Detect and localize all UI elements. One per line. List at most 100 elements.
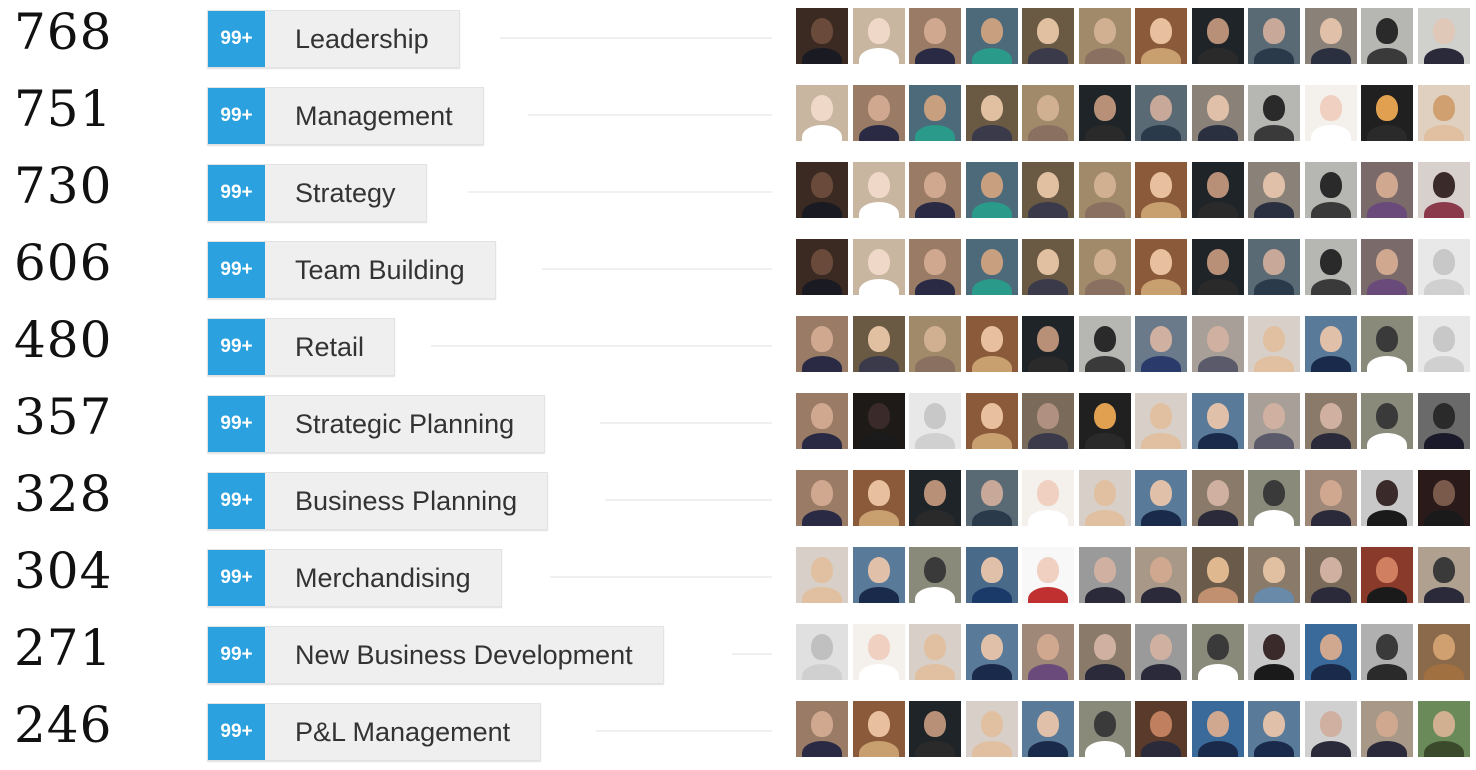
endorser-avatar[interactable] xyxy=(1078,624,1131,680)
endorser-avatar[interactable] xyxy=(909,701,961,757)
endorser-avatar[interactable] xyxy=(1361,624,1413,680)
endorser-avatar[interactable] xyxy=(1191,701,1244,757)
endorser-avatar[interactable] xyxy=(1022,547,1074,603)
endorser-avatar[interactable] xyxy=(1248,470,1300,526)
endorser-avatar[interactable] xyxy=(1135,624,1187,680)
endorsement-badge[interactable]: 99+ xyxy=(208,11,265,67)
endorser-avatar[interactable] xyxy=(796,8,848,64)
endorser-avatar[interactable] xyxy=(796,624,848,680)
endorser-avatar[interactable] xyxy=(1304,8,1357,64)
endorsement-badge[interactable]: 99+ xyxy=(208,88,265,144)
endorsement-badge[interactable]: 99+ xyxy=(208,704,265,760)
endorser-avatar[interactable] xyxy=(1361,393,1413,449)
endorsement-badge[interactable]: 99+ xyxy=(208,396,265,452)
endorser-avatar[interactable] xyxy=(1417,162,1470,218)
endorser-avatar[interactable] xyxy=(1248,8,1300,64)
skill-pill[interactable]: 99+ New Business Development xyxy=(207,626,664,684)
endorser-avatar[interactable] xyxy=(965,8,1018,64)
endorser-avatar[interactable] xyxy=(1361,162,1413,218)
endorser-avatar[interactable] xyxy=(1022,470,1074,526)
endorser-avatar[interactable] xyxy=(1191,162,1244,218)
endorser-avatar[interactable] xyxy=(1304,316,1357,372)
endorsement-badge[interactable]: 99+ xyxy=(208,473,265,529)
endorser-avatar[interactable] xyxy=(852,162,905,218)
endorser-avatar[interactable] xyxy=(1248,239,1300,295)
endorser-avatar[interactable] xyxy=(1361,85,1413,141)
endorser-avatar[interactable] xyxy=(1248,393,1300,449)
skill-name[interactable]: Business Planning xyxy=(265,473,548,529)
endorser-avatar[interactable] xyxy=(1078,547,1131,603)
endorser-avatar[interactable] xyxy=(1135,162,1187,218)
skill-name[interactable]: Management xyxy=(265,88,483,144)
endorser-avatar[interactable] xyxy=(1304,470,1357,526)
skill-name[interactable]: P&L Management xyxy=(265,704,541,760)
endorser-avatar[interactable] xyxy=(1135,470,1187,526)
endorser-avatar[interactable] xyxy=(1304,85,1357,141)
endorser-avatar[interactable] xyxy=(1248,547,1300,603)
endorser-avatar[interactable] xyxy=(1361,239,1413,295)
endorser-avatar[interactable] xyxy=(1022,162,1074,218)
endorser-avatar[interactable] xyxy=(1022,316,1074,372)
endorser-avatar[interactable] xyxy=(909,85,961,141)
endorser-avatar[interactable] xyxy=(852,8,905,64)
endorser-avatar[interactable] xyxy=(1417,547,1470,603)
endorser-avatar[interactable] xyxy=(1361,316,1413,372)
endorser-avatar[interactable] xyxy=(1135,8,1187,64)
endorser-avatar[interactable] xyxy=(1417,470,1470,526)
skill-pill[interactable]: 99+ P&L Management xyxy=(207,703,542,761)
endorser-avatar[interactable] xyxy=(1304,239,1357,295)
endorser-avatar[interactable] xyxy=(796,470,848,526)
endorser-avatar[interactable] xyxy=(1304,393,1357,449)
endorser-avatar[interactable] xyxy=(1135,701,1187,757)
endorser-avatar[interactable] xyxy=(1191,8,1244,64)
endorser-avatar[interactable] xyxy=(852,316,905,372)
endorser-avatar[interactable] xyxy=(1022,393,1074,449)
endorser-avatar[interactable] xyxy=(1361,470,1413,526)
endorser-avatar[interactable] xyxy=(1078,239,1131,295)
endorser-avatar[interactable] xyxy=(1191,239,1244,295)
endorser-avatar[interactable] xyxy=(965,393,1018,449)
endorser-avatar[interactable] xyxy=(965,470,1018,526)
skill-name[interactable]: New Business Development xyxy=(265,627,663,683)
endorser-avatar[interactable] xyxy=(1417,316,1470,372)
endorser-avatar[interactable] xyxy=(1417,701,1470,757)
endorser-avatar[interactable] xyxy=(852,470,905,526)
skill-pill[interactable]: 99+ Merchandising xyxy=(207,549,502,607)
endorser-avatar[interactable] xyxy=(852,85,905,141)
endorser-avatar[interactable] xyxy=(796,239,848,295)
endorser-avatar[interactable] xyxy=(909,547,961,603)
endorser-avatar[interactable] xyxy=(1078,393,1131,449)
endorser-avatar[interactable] xyxy=(1022,8,1074,64)
endorser-avatar[interactable] xyxy=(1361,8,1413,64)
endorser-avatar[interactable] xyxy=(852,393,905,449)
endorsement-badge[interactable]: 99+ xyxy=(208,242,265,298)
endorser-avatar[interactable] xyxy=(965,85,1018,141)
endorser-avatar[interactable] xyxy=(965,239,1018,295)
endorser-avatar[interactable] xyxy=(1248,85,1300,141)
endorser-avatar[interactable] xyxy=(965,162,1018,218)
endorser-avatar[interactable] xyxy=(1078,162,1131,218)
endorser-avatar[interactable] xyxy=(1191,393,1244,449)
endorser-avatar[interactable] xyxy=(796,162,848,218)
endorser-avatar[interactable] xyxy=(1191,316,1244,372)
endorser-avatar[interactable] xyxy=(909,393,961,449)
endorser-avatar[interactable] xyxy=(852,239,905,295)
endorser-avatar[interactable] xyxy=(1078,470,1131,526)
endorser-avatar[interactable] xyxy=(1417,624,1470,680)
endorser-avatar[interactable] xyxy=(1248,701,1300,757)
endorser-avatar[interactable] xyxy=(1191,624,1244,680)
endorser-avatar[interactable] xyxy=(909,470,961,526)
skill-pill[interactable]: 99+ Management xyxy=(207,87,484,145)
endorsement-badge[interactable]: 99+ xyxy=(208,627,265,683)
skill-name[interactable]: Team Building xyxy=(265,242,495,298)
endorser-avatar[interactable] xyxy=(1191,85,1244,141)
endorser-avatar[interactable] xyxy=(1361,547,1413,603)
endorsement-badge[interactable]: 99+ xyxy=(208,550,265,606)
endorser-avatar[interactable] xyxy=(1417,8,1470,64)
endorser-avatar[interactable] xyxy=(1022,239,1074,295)
endorser-avatar[interactable] xyxy=(1135,547,1187,603)
endorser-avatar[interactable] xyxy=(1191,470,1244,526)
endorser-avatar[interactable] xyxy=(965,316,1018,372)
endorser-avatar[interactable] xyxy=(965,624,1018,680)
endorser-avatar[interactable] xyxy=(909,624,961,680)
